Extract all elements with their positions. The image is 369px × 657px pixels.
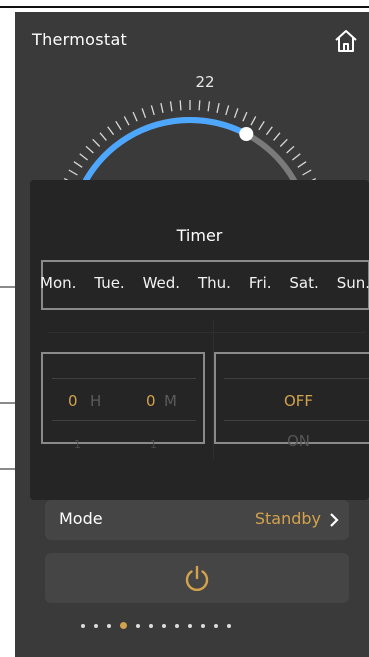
switch-selected-off[interactable]: OFF: [214, 392, 369, 410]
page-dot[interactable]: [149, 623, 153, 628]
picker-line: [52, 378, 196, 379]
page-dot[interactable]: [214, 623, 218, 628]
dial-tick: [141, 108, 147, 119]
dial-tick: [179, 100, 182, 111]
page-indicator: [81, 622, 231, 629]
dial-tick: [258, 120, 265, 131]
dial-tick: [279, 138, 288, 147]
day-wed[interactable]: Wed.: [143, 274, 180, 292]
timer-panel: Timer Mon. Tue. Wed. Thu. Fri. Sat. Sun.…: [30, 180, 369, 500]
dial-tick: [265, 126, 273, 136]
thermostat-device: Thermostat 22 Timer Mon. Tue. Wed. Thu. …: [15, 12, 369, 657]
dial-tick: [73, 161, 83, 168]
dial-tick: [107, 126, 115, 136]
day-tue[interactable]: Tue.: [94, 274, 124, 292]
dial-tick: [85, 145, 94, 154]
dial-tick: [291, 153, 301, 161]
minute-unit: M: [164, 392, 177, 410]
minute-next-option[interactable]: 1: [150, 438, 157, 451]
page-dot[interactable]: [94, 623, 98, 628]
day-mon[interactable]: Mon.: [40, 274, 76, 292]
power-button[interactable]: [45, 553, 349, 603]
day-thu[interactable]: Thu.: [198, 274, 231, 292]
dial-tick: [297, 161, 307, 168]
mode-selector[interactable]: Mode Standby: [45, 500, 349, 540]
dial-tick: [68, 169, 78, 176]
page-dot[interactable]: [107, 623, 111, 628]
day-selector: Mon. Tue. Wed. Thu. Fri. Sat. Sun.: [40, 274, 369, 292]
page-dot[interactable]: [188, 623, 192, 628]
dial-knob[interactable]: [239, 127, 254, 141]
hour-value[interactable]: 0: [68, 392, 78, 410]
dial-tick: [286, 145, 295, 154]
page-dot[interactable]: [136, 623, 140, 628]
chevron-right-icon: [330, 513, 339, 527]
page-dot[interactable]: [81, 623, 85, 628]
dial-tick: [132, 111, 138, 122]
mode-label: Mode: [59, 509, 103, 528]
power-icon: [185, 565, 209, 592]
dial-tick: [123, 116, 130, 126]
day-fri[interactable]: Fri.: [249, 274, 272, 292]
dial-tick: [99, 132, 107, 141]
dial-tick: [233, 108, 239, 119]
timer-title: Timer: [176, 226, 223, 245]
dial-tick: [160, 102, 164, 113]
dial-ticks: [63, 100, 317, 184]
dial-tick: [302, 169, 312, 176]
dial-tick: [92, 138, 101, 147]
time-picker-outline: [41, 352, 205, 444]
dial-tick: [198, 100, 201, 111]
dial-tick: [207, 101, 211, 112]
divider: [48, 332, 366, 333]
dial-tick: [79, 153, 89, 161]
dial-tick: [273, 132, 281, 141]
day-sun[interactable]: Sun.: [337, 274, 369, 292]
dial-tick: [115, 120, 122, 131]
picker-line: [52, 420, 196, 421]
switch-option-on[interactable]: ON: [214, 432, 369, 450]
page-dot[interactable]: [201, 623, 205, 628]
dial-tick: [169, 101, 173, 112]
dial-tick: [216, 102, 220, 113]
page-dot[interactable]: [227, 623, 231, 628]
hour-next-option[interactable]: 1: [74, 438, 81, 451]
dial-tick: [250, 116, 257, 126]
dial-tick: [150, 105, 155, 116]
mode-value: Standby: [254, 509, 321, 528]
dial-tick: [225, 105, 230, 116]
page-dot[interactable]: [162, 623, 166, 628]
day-sat[interactable]: Sat.: [289, 274, 318, 292]
hour-unit: H: [90, 392, 102, 410]
minute-value[interactable]: 0: [146, 392, 156, 410]
dial-track: [83, 117, 297, 183]
set-temperature: 22: [195, 73, 215, 91]
page-dot-active[interactable]: [120, 622, 127, 629]
dial-tick: [242, 111, 248, 122]
page-dot[interactable]: [175, 623, 179, 628]
